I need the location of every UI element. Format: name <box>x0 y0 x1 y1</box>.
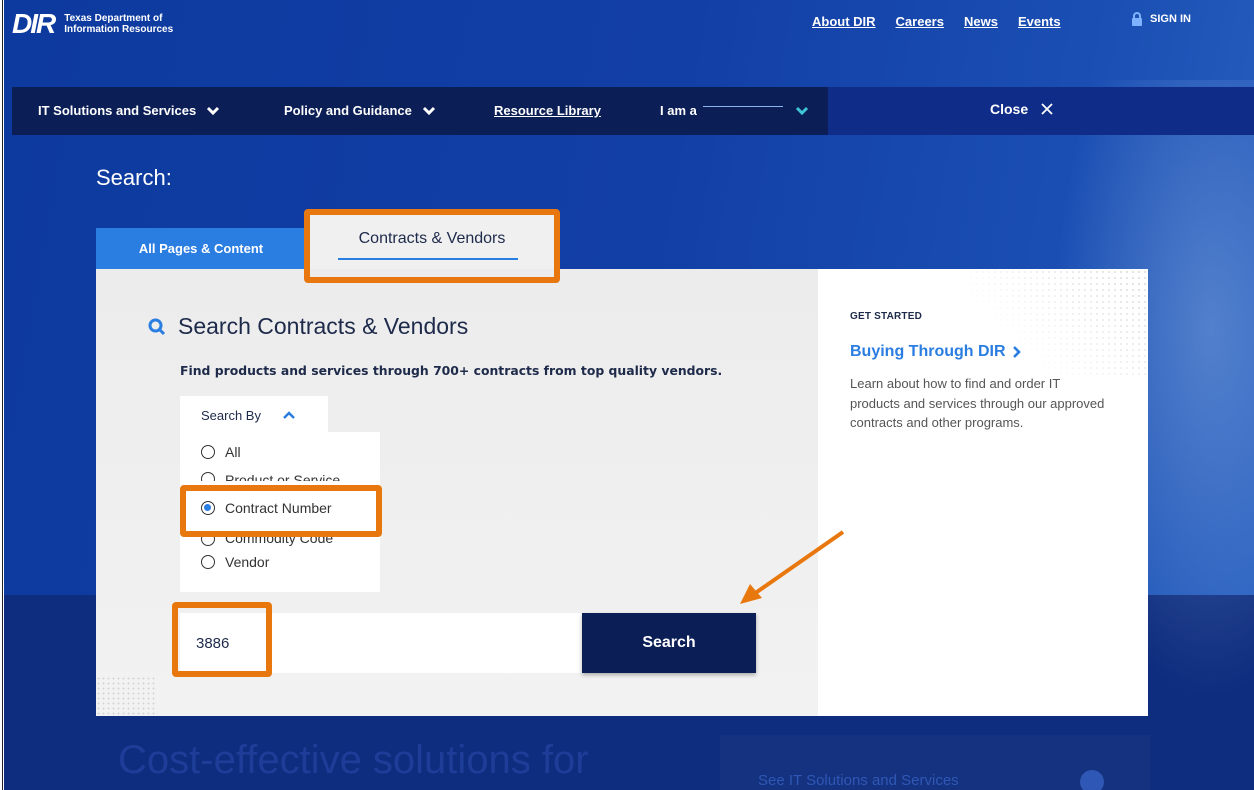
search-subtitle: Find products and services through 700+ … <box>180 363 723 378</box>
nav-resource-library[interactable]: Resource Library <box>494 103 601 118</box>
search-heading: Search: <box>96 165 172 190</box>
arrow-circle-icon[interactable] <box>1080 770 1104 790</box>
search-by-label: Search By <box>201 407 261 423</box>
tab-all-pages[interactable]: All Pages & Content <box>96 228 306 269</box>
chevron-up-icon <box>283 411 295 419</box>
get-started-description: Learn about how to find and order IT pro… <box>850 376 1105 430</box>
nav-it-solutions-label: IT Solutions and Services <box>38 103 197 118</box>
nav-i-am-a-label: I am a <box>660 103 697 118</box>
radio-option-all[interactable]: All <box>201 444 241 460</box>
window-border <box>0 0 4 790</box>
close-label: Close <box>990 101 1029 117</box>
nav-policy-guidance[interactable]: Policy and Guidance <box>284 103 436 118</box>
annotation-arrow-icon <box>740 530 845 604</box>
nav-i-am-a[interactable]: I am a <box>660 103 809 118</box>
radio-label: Commodity Code <box>225 537 334 546</box>
chevron-down-icon <box>795 106 808 115</box>
nav-it-solutions[interactable]: IT Solutions and Services <box>38 103 220 118</box>
logo-mark: DIR <box>12 8 56 39</box>
radio-option-vendor[interactable]: Vendor <box>201 554 269 570</box>
radio-button[interactable] <box>201 537 215 546</box>
section-heading: Cost-effective solutions for <box>118 738 589 782</box>
radio-button[interactable] <box>201 445 215 459</box>
radio-button[interactable] <box>201 555 215 569</box>
events-link[interactable]: Events <box>1018 14 1061 29</box>
search-by-toggle[interactable]: Search By <box>180 396 328 434</box>
search-contracts-title-text: Search Contracts & Vendors <box>178 313 469 339</box>
radio-label: All <box>225 444 241 460</box>
close-button[interactable]: Close <box>990 101 1054 117</box>
sign-in-button[interactable]: SIGN IN <box>1130 12 1191 26</box>
search-contracts-title: Search Contracts & Vendors <box>148 313 468 340</box>
get-started-label: GET STARTED <box>850 311 923 322</box>
lock-icon <box>1132 12 1142 26</box>
radio-button[interactable] <box>201 472 215 481</box>
radio-label: Contract Number <box>225 500 332 516</box>
radio-option-contract-number[interactable]: Contract Number <box>201 500 332 516</box>
buying-through-dir-link[interactable]: Buying Through DIR <box>850 343 1021 361</box>
tab-contracts-vendors-label: Contracts & Vendors <box>358 230 506 247</box>
nav-policy-label: Policy and Guidance <box>284 103 412 118</box>
buying-through-dir-label: Buying Through DIR <box>850 343 1006 360</box>
sign-in-label: SIGN IN <box>1150 13 1191 25</box>
chevron-down-icon <box>422 106 435 115</box>
nav-resource-library-label: Resource Library <box>494 103 601 118</box>
radio-option-commodity[interactable]: Commodity Code <box>201 537 333 546</box>
radio-option-product[interactable]: Product or Service <box>201 472 340 481</box>
utility-nav: About DIR Careers News Events <box>812 14 1061 29</box>
search-button[interactable]: Search <box>582 613 756 673</box>
tab-contracts-vendors[interactable]: Contracts & Vendors <box>310 215 554 269</box>
chevron-right-icon <box>1012 346 1021 358</box>
active-tab-underline <box>338 258 518 260</box>
radio-label: Product or Service <box>225 472 341 481</box>
chevron-down-icon <box>207 106 220 115</box>
see-it-solutions-link[interactable]: See IT Solutions and Services <box>758 772 959 789</box>
contract-search-input[interactable] <box>180 613 583 673</box>
main-nav: IT Solutions and Services Policy and Gui… <box>12 87 828 135</box>
about-dir-link[interactable]: About DIR <box>812 14 876 29</box>
i-am-a-blank <box>702 106 783 107</box>
get-started-panel <box>818 269 1148 716</box>
careers-link[interactable]: Careers <box>896 14 944 29</box>
news-link[interactable]: News <box>964 14 998 29</box>
search-icon <box>148 318 166 335</box>
dir-logo[interactable]: DIR Texas Department of Information Reso… <box>12 10 214 38</box>
radio-label: Vendor <box>225 554 270 570</box>
radio-button-checked[interactable] <box>201 501 215 515</box>
close-icon <box>1041 103 1053 115</box>
logo-text: Texas Department of Information Resource… <box>64 13 174 35</box>
search-by-options: All Product or Service Contract Number C… <box>180 432 380 592</box>
